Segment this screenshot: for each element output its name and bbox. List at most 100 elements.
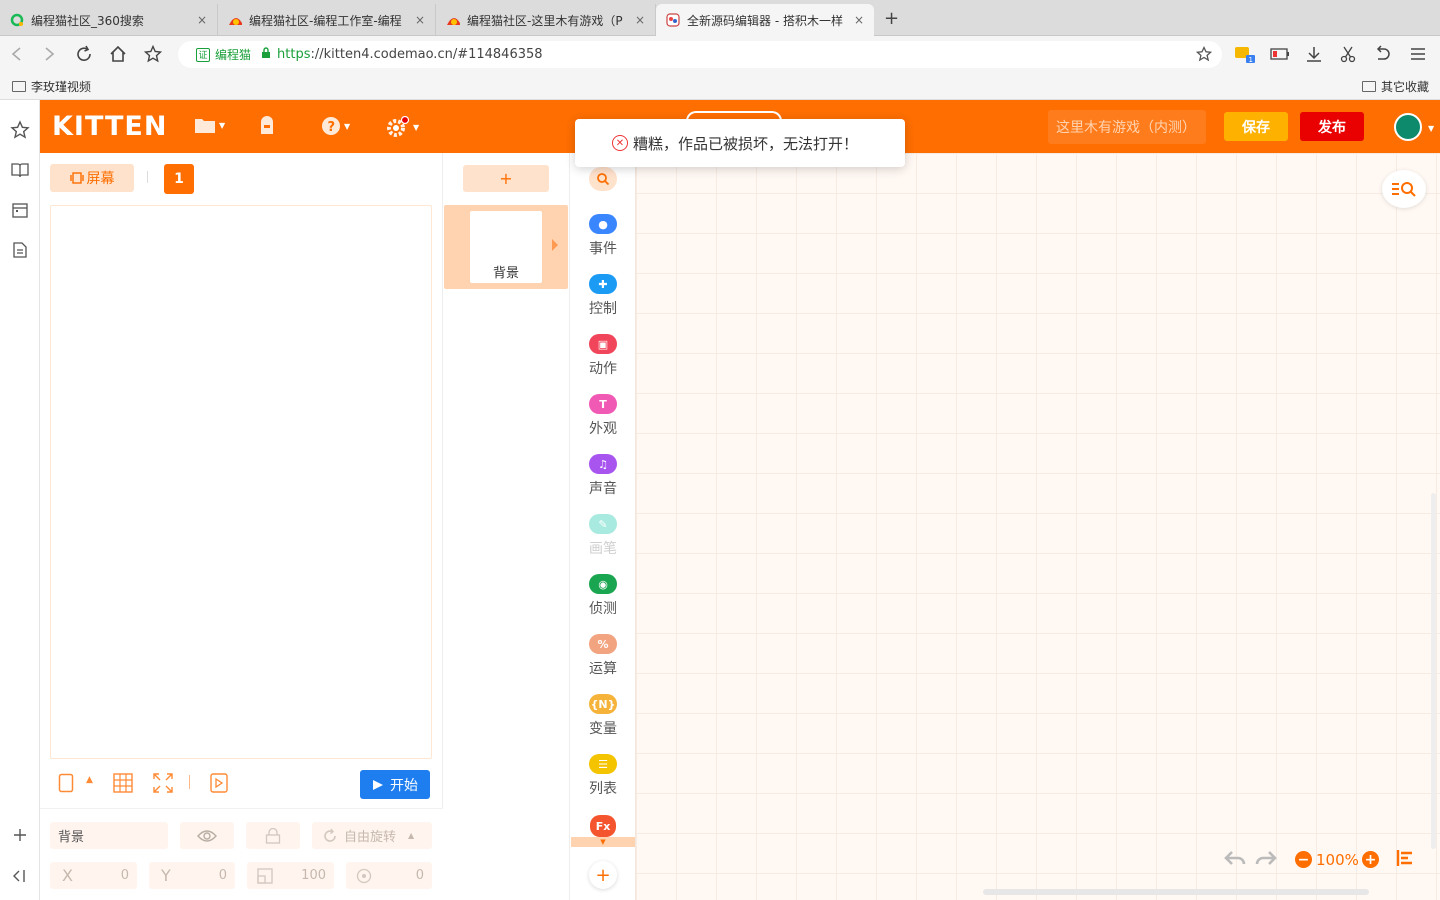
notes-icon[interactable] [10, 240, 30, 260]
category-item[interactable]: ✚ 控制 [570, 274, 636, 318]
device-size-icon[interactable] [58, 773, 74, 798]
rotate-icon [324, 828, 336, 842]
collapse-sidebar-icon[interactable] [10, 866, 30, 886]
visibility-toggle[interactable] [180, 822, 234, 849]
help-menu[interactable]: ? ▼ [321, 116, 350, 136]
lock-icon [261, 47, 271, 62]
add-icon[interactable] [10, 825, 30, 845]
settings-menu[interactable]: ▼ [386, 116, 419, 138]
zoom-in-button[interactable]: + [1362, 851, 1379, 868]
category-item[interactable]: ▣ 动作 [570, 334, 636, 378]
category-icon: ◉ [589, 574, 617, 594]
start-button[interactable]: 开始 [360, 770, 430, 799]
stage-canvas[interactable] [50, 205, 432, 759]
avatar[interactable] [1394, 113, 1422, 141]
align-blocks-icon[interactable] [1396, 849, 1414, 872]
tab-close-icon[interactable]: × [415, 13, 425, 27]
category-icon: ✎ [589, 514, 617, 534]
file-menu[interactable]: ▼ [194, 116, 225, 134]
block-category-strip: ● 事件 ✚ 控制 ▣ 动作 T 外观 ♫ 声音 ✎ 画笔 ◉ 侦测% 运算 {N} 变量 ☰ 列表 Fx ▼ + [570, 153, 636, 900]
extension-icon[interactable]: 1 [1233, 44, 1257, 64]
favorites-star-icon[interactable] [10, 120, 30, 140]
category-item[interactable]: ● 事件 [570, 214, 636, 258]
favorite-star-icon[interactable] [1195, 45, 1213, 66]
category-item[interactable]: T 外观 [570, 394, 636, 438]
x-field[interactable]: X0 [50, 862, 137, 889]
horizontal-scrollbar[interactable] [983, 889, 1369, 895]
reader-book-icon[interactable] [10, 160, 30, 180]
undo-icon[interactable] [1224, 849, 1246, 872]
browser-tab[interactable]: 编程猫社区-编程工作室-编程 × [218, 4, 436, 36]
rotation-mode-select[interactable]: 自由旋转 ▲ [312, 822, 432, 849]
sprite-name-input[interactable]: 背景 [50, 822, 168, 849]
add-extension-button[interactable]: + [589, 861, 617, 889]
chevron-up-icon[interactable]: ▲ [86, 775, 93, 785]
tab-title: 编程猫社区-编程工作室-编程 [249, 13, 402, 28]
backpack-button[interactable] [257, 116, 277, 136]
reload-icon[interactable] [74, 44, 94, 64]
download-icon[interactable] [1304, 44, 1324, 64]
lock-toggle[interactable] [246, 822, 300, 849]
direction-icon [356, 868, 372, 883]
battery-icon[interactable] [1270, 44, 1290, 64]
block-search-icon[interactable] [1382, 170, 1426, 208]
category-label: 事件 [589, 241, 617, 257]
category-item[interactable]: ◉ 侦测 [570, 574, 636, 618]
category-label: 画笔 [589, 541, 617, 557]
codemao-icon [446, 13, 460, 27]
sprite-properties: 背景 自由旋转 ▲ X0 Y0 100 0 [40, 808, 443, 900]
category-item[interactable]: ✎ 画笔 [570, 514, 636, 558]
scissors-icon[interactable] [1338, 44, 1358, 64]
browser-tab[interactable]: 编程猫社区_360搜索 × [0, 4, 218, 36]
category-item[interactable]: {N} 变量 [570, 694, 636, 738]
address-bar[interactable]: 证编程猫 https://kitten4.codemao.cn/#1148463… [178, 41, 1222, 68]
folder-icon [1362, 81, 1376, 92]
work-name-input[interactable]: 这里木有游戏（内测） [1048, 110, 1206, 144]
direction-field[interactable]: 0 [346, 862, 432, 889]
browser-sidebar [0, 100, 40, 900]
tab-close-icon[interactable]: × [197, 13, 207, 27]
browser-tab[interactable]: 编程猫社区-这里木有游戏（P × [436, 4, 656, 36]
bookmark-folder[interactable]: 李玫瑾视频 [12, 78, 91, 95]
bookmark-folder-other[interactable]: 其它收藏 [1362, 78, 1429, 95]
category-icon: ▣ [589, 334, 617, 354]
size-field[interactable]: 100 [247, 862, 334, 889]
menu-icon[interactable] [1408, 44, 1428, 64]
category-item[interactable]: ☰ 列表 [570, 754, 636, 798]
y-field[interactable]: Y0 [149, 862, 235, 889]
category-item[interactable]: ♫ 声音 [570, 454, 636, 498]
publish-button[interactable]: 发布 [1300, 112, 1364, 141]
tab-close-icon[interactable]: × [635, 13, 645, 27]
tab-close-icon[interactable]: × [854, 13, 864, 27]
browser-tab-active[interactable]: 全新源码编辑器 - 搭积木一样 × [656, 4, 874, 36]
new-tab-button[interactable]: + [884, 8, 899, 29]
vertical-scrollbar[interactable] [1431, 493, 1436, 849]
bookmark-star-icon[interactable] [143, 44, 163, 64]
fullscreen-icon[interactable] [153, 773, 173, 798]
tab-title: 编程猫社区_360搜索 [31, 13, 144, 28]
cert-badge[interactable]: 证编程猫 [196, 46, 251, 63]
calendar-icon[interactable] [10, 200, 30, 220]
grid-icon[interactable] [113, 773, 133, 798]
redo-icon[interactable] [1255, 849, 1277, 872]
sprite-card-selected[interactable]: 背景 [444, 205, 568, 289]
forward-icon[interactable] [40, 44, 60, 64]
undo-close-icon[interactable] [1372, 44, 1392, 64]
home-icon[interactable] [108, 44, 128, 64]
save-button[interactable]: 保存 [1224, 112, 1288, 141]
zoom-out-button[interactable]: − [1295, 851, 1312, 868]
backpack-icon [261, 116, 273, 134]
search-icon[interactable] [589, 167, 617, 191]
gear-icon [387, 116, 410, 137]
chevron-down-icon[interactable]: ▼ [571, 837, 635, 847]
add-sprite-button[interactable]: + [463, 165, 549, 192]
chevron-down-icon[interactable]: ▼ [1428, 124, 1434, 133]
code-workspace[interactable]: − 100% + [636, 153, 1440, 900]
back-icon[interactable] [6, 44, 26, 64]
category-label: 列表 [589, 781, 617, 797]
screen-tab-1[interactable]: 1 [164, 164, 194, 194]
screen-button[interactable]: 屏幕 [50, 164, 134, 192]
tab-title: 编程猫社区-这里木有游戏（P [467, 13, 623, 28]
category-item[interactable]: % 运算 [570, 634, 636, 678]
video-record-icon[interactable] [210, 773, 228, 798]
